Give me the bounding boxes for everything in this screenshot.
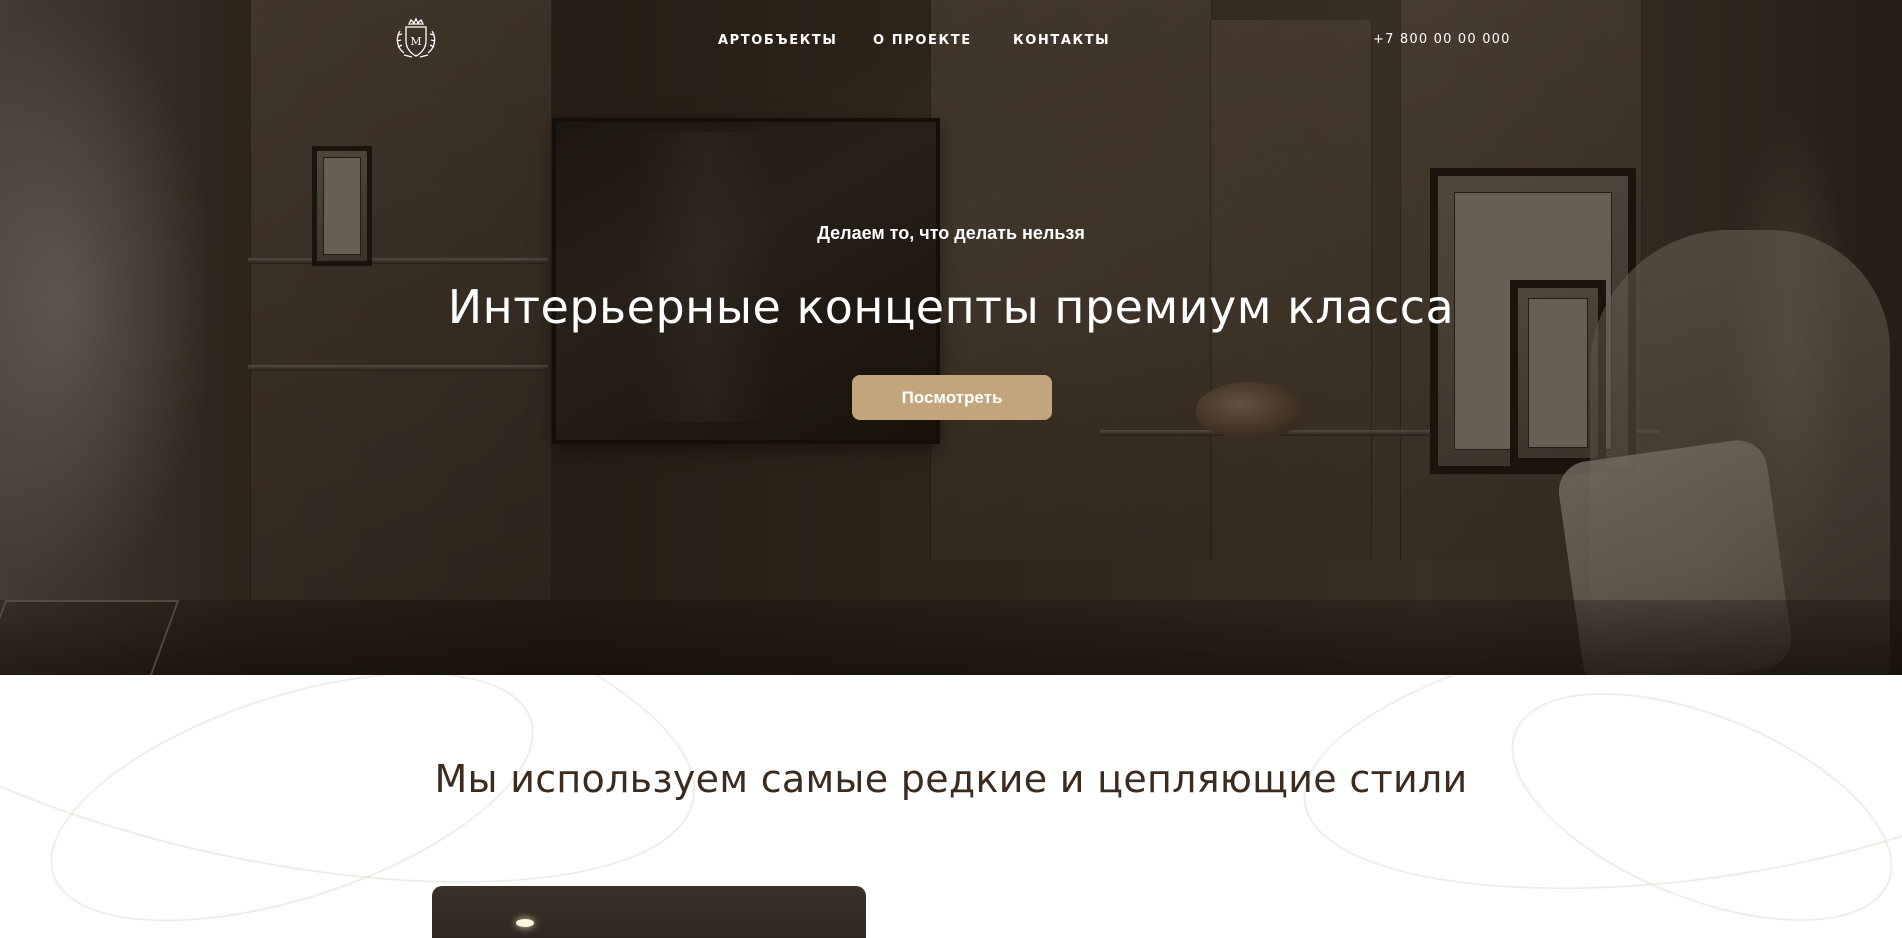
hero-content: Делаем то, что делать нельзя Интерьерные… xyxy=(0,0,1902,675)
styles-section: Мы используем самые редкие и цепляющие с… xyxy=(0,675,1902,938)
style-card[interactable] xyxy=(432,886,866,938)
landing-page: M АРТОБЪЕКТЫ О ПРОЕКТЕ КОНТАКТЫ +7 800 0… xyxy=(0,0,1902,938)
hero-title: Интерьерные концепты премиум класса xyxy=(447,280,1455,334)
hero-section: M АРТОБЪЕКТЫ О ПРОЕКТЕ КОНТАКТЫ +7 800 0… xyxy=(0,0,1902,675)
section-title: Мы используем самые редкие и цепляющие с… xyxy=(434,757,1468,801)
view-button[interactable]: Посмотреть xyxy=(852,375,1052,420)
ceiling-light xyxy=(516,919,534,927)
hero-tagline: Делаем то, что делать нельзя xyxy=(817,223,1085,243)
